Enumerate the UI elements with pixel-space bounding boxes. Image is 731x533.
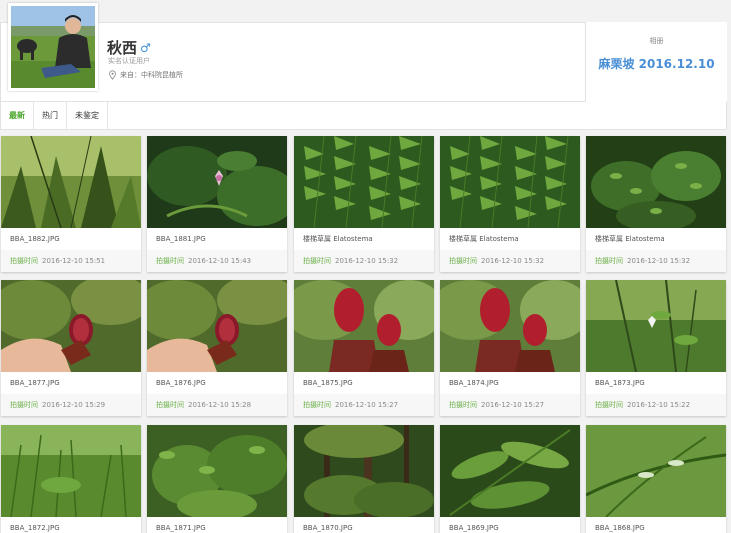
- tab-latest[interactable]: 最新: [1, 102, 34, 130]
- photo-time-label: 拍摄时间: [10, 401, 38, 409]
- photo-time-label: 拍摄时间: [156, 401, 184, 409]
- photo-card[interactable]: BBA_1877.JPG 拍摄时间 2016-12-10 15:29: [1, 280, 141, 416]
- photo-time-value: 2016-12-10 15:27: [335, 401, 399, 409]
- photo-name[interactable]: 楼梯草属 Elatostema: [440, 228, 580, 250]
- photo-name[interactable]: BBA_1877.JPG: [1, 372, 141, 394]
- photo-time: 拍摄时间 2016-12-10 15:32: [440, 250, 580, 272]
- location-pin-icon: [109, 70, 116, 80]
- photo-card[interactable]: BBA_1871.JPG: [147, 425, 287, 533]
- photo-time: 拍摄时间 2016-12-10 15:28: [147, 394, 287, 416]
- photo-thumbnail[interactable]: [586, 136, 726, 228]
- photo-time-label: 拍摄时间: [156, 257, 184, 265]
- photo-time-value: 2016-12-10 15:22: [627, 401, 691, 409]
- photo-card[interactable]: BBA_1868.JPG: [586, 425, 726, 533]
- photo-time: 拍摄时间 2016-12-10 15:27: [440, 394, 580, 416]
- album-panel: 相册 麻栗坡 2016.12.10: [585, 22, 727, 102]
- photo-thumbnail[interactable]: [1, 136, 141, 228]
- photo-thumbnail[interactable]: [440, 425, 580, 517]
- photo-thumbnail[interactable]: [147, 425, 287, 517]
- photo-time-label: 拍摄时间: [449, 401, 477, 409]
- photo-time: 拍摄时间 2016-12-10 15:29: [1, 394, 141, 416]
- photo-name[interactable]: BBA_1882.JPG: [1, 228, 141, 250]
- photo-card[interactable]: BBA_1881.JPG 拍摄时间 2016-12-10 15:43: [147, 136, 287, 272]
- photo-thumbnail[interactable]: [440, 136, 580, 228]
- photo-name[interactable]: BBA_1881.JPG: [147, 228, 287, 250]
- photo-time: 拍摄时间 2016-12-10 15:51: [1, 250, 141, 272]
- photo-card[interactable]: 楼梯草属 Elatostema 拍摄时间 2016-12-10 15:32: [586, 136, 726, 272]
- photo-card[interactable]: BBA_1874.JPG 拍摄时间 2016-12-10 15:27: [440, 280, 580, 416]
- photo-card[interactable]: 楼梯草属 Elatostema 拍摄时间 2016-12-10 15:32: [294, 136, 434, 272]
- photo-thumbnail[interactable]: [294, 280, 434, 372]
- photo-time: 拍摄时间 2016-12-10 15:22: [586, 394, 726, 416]
- photo-card[interactable]: 楼梯草属 Elatostema 拍摄时间 2016-12-10 15:32: [440, 136, 580, 272]
- user-name-row: 秋西 ♂: [107, 37, 151, 58]
- photo-thumbnail[interactable]: [586, 280, 726, 372]
- photo-time-value: 2016-12-10 15:32: [627, 257, 691, 265]
- photo-card[interactable]: BBA_1882.JPG 拍摄时间 2016-12-10 15:51: [1, 136, 141, 272]
- photo-thumbnail[interactable]: [1, 425, 141, 517]
- photo-time-label: 拍摄时间: [10, 257, 38, 265]
- photo-time-value: 2016-12-10 15:28: [188, 401, 252, 409]
- photo-time-value: 2016-12-10 15:29: [42, 401, 106, 409]
- photo-name[interactable]: BBA_1868.JPG: [586, 517, 726, 533]
- photo-time-value: 2016-12-10 15:32: [481, 257, 545, 265]
- photo-time-value: 2016-12-10 15:43: [188, 257, 252, 265]
- photo-name[interactable]: BBA_1875.JPG: [294, 372, 434, 394]
- tab-unidentified[interactable]: 未鉴定: [67, 102, 108, 130]
- photo-name[interactable]: BBA_1874.JPG: [440, 372, 580, 394]
- photo-thumbnail[interactable]: [1, 280, 141, 372]
- photo-time-label: 拍摄时间: [595, 257, 623, 265]
- photo-card[interactable]: BBA_1873.JPG 拍摄时间 2016-12-10 15:22: [586, 280, 726, 416]
- origin-info: 来自：中科院昆植所: [108, 70, 183, 80]
- user-name[interactable]: 秋西: [107, 37, 137, 58]
- photo-time-label: 拍摄时间: [595, 401, 623, 409]
- photo-name[interactable]: 楼梯草属 Elatostema: [586, 228, 726, 250]
- photo-thumbnail[interactable]: [147, 280, 287, 372]
- photo-time-label: 拍摄时间: [303, 257, 331, 265]
- photo-thumbnail[interactable]: [294, 136, 434, 228]
- photo-name[interactable]: BBA_1872.JPG: [1, 517, 141, 533]
- photo-card[interactable]: BBA_1869.JPG: [440, 425, 580, 533]
- photo-name[interactable]: BBA_1873.JPG: [586, 372, 726, 394]
- photo-time: 拍摄时间 2016-12-10 15:43: [147, 250, 287, 272]
- verified-label: 实名认证用户: [108, 57, 150, 65]
- photo-time-label: 拍摄时间: [449, 257, 477, 265]
- photo-time-value: 2016-12-10 15:32: [335, 257, 399, 265]
- avatar-photo: [11, 6, 95, 88]
- photo-time: 拍摄时间 2016-12-10 15:27: [294, 394, 434, 416]
- album-title[interactable]: 麻栗坡 2016.12.10: [586, 55, 727, 72]
- photo-card[interactable]: BBA_1870.JPG: [294, 425, 434, 533]
- photo-card[interactable]: BBA_1872.JPG: [1, 425, 141, 533]
- photo-thumbnail[interactable]: [294, 425, 434, 517]
- photo-thumbnail[interactable]: [147, 136, 287, 228]
- album-label: 相册: [649, 37, 664, 45]
- photo-name[interactable]: 楼梯草属 Elatostema: [294, 228, 434, 250]
- tab-popular[interactable]: 热门: [34, 102, 67, 130]
- photo-card[interactable]: BBA_1876.JPG 拍摄时间 2016-12-10 15:28: [147, 280, 287, 416]
- photo-time-value: 2016-12-10 15:51: [42, 257, 106, 265]
- photo-thumbnail[interactable]: [440, 280, 580, 372]
- photo-time: 拍摄时间 2016-12-10 15:32: [294, 250, 434, 272]
- photo-time: 拍摄时间 2016-12-10 15:32: [586, 250, 726, 272]
- male-icon: ♂: [140, 40, 151, 55]
- photo-name[interactable]: BBA_1871.JPG: [147, 517, 287, 533]
- photo-time-label: 拍摄时间: [303, 401, 331, 409]
- avatar[interactable]: [8, 3, 98, 91]
- photo-time-value: 2016-12-10 15:27: [481, 401, 545, 409]
- photo-name[interactable]: BBA_1869.JPG: [440, 517, 580, 533]
- filter-tabs: 最新 热门 未鉴定: [0, 102, 727, 130]
- photo-name[interactable]: BBA_1870.JPG: [294, 517, 434, 533]
- photo-thumbnail[interactable]: [586, 425, 726, 517]
- photo-card[interactable]: BBA_1875.JPG 拍摄时间 2016-12-10 15:27: [294, 280, 434, 416]
- photo-name[interactable]: BBA_1876.JPG: [147, 372, 287, 394]
- origin-text: 来自：中科院昆植所: [120, 71, 183, 79]
